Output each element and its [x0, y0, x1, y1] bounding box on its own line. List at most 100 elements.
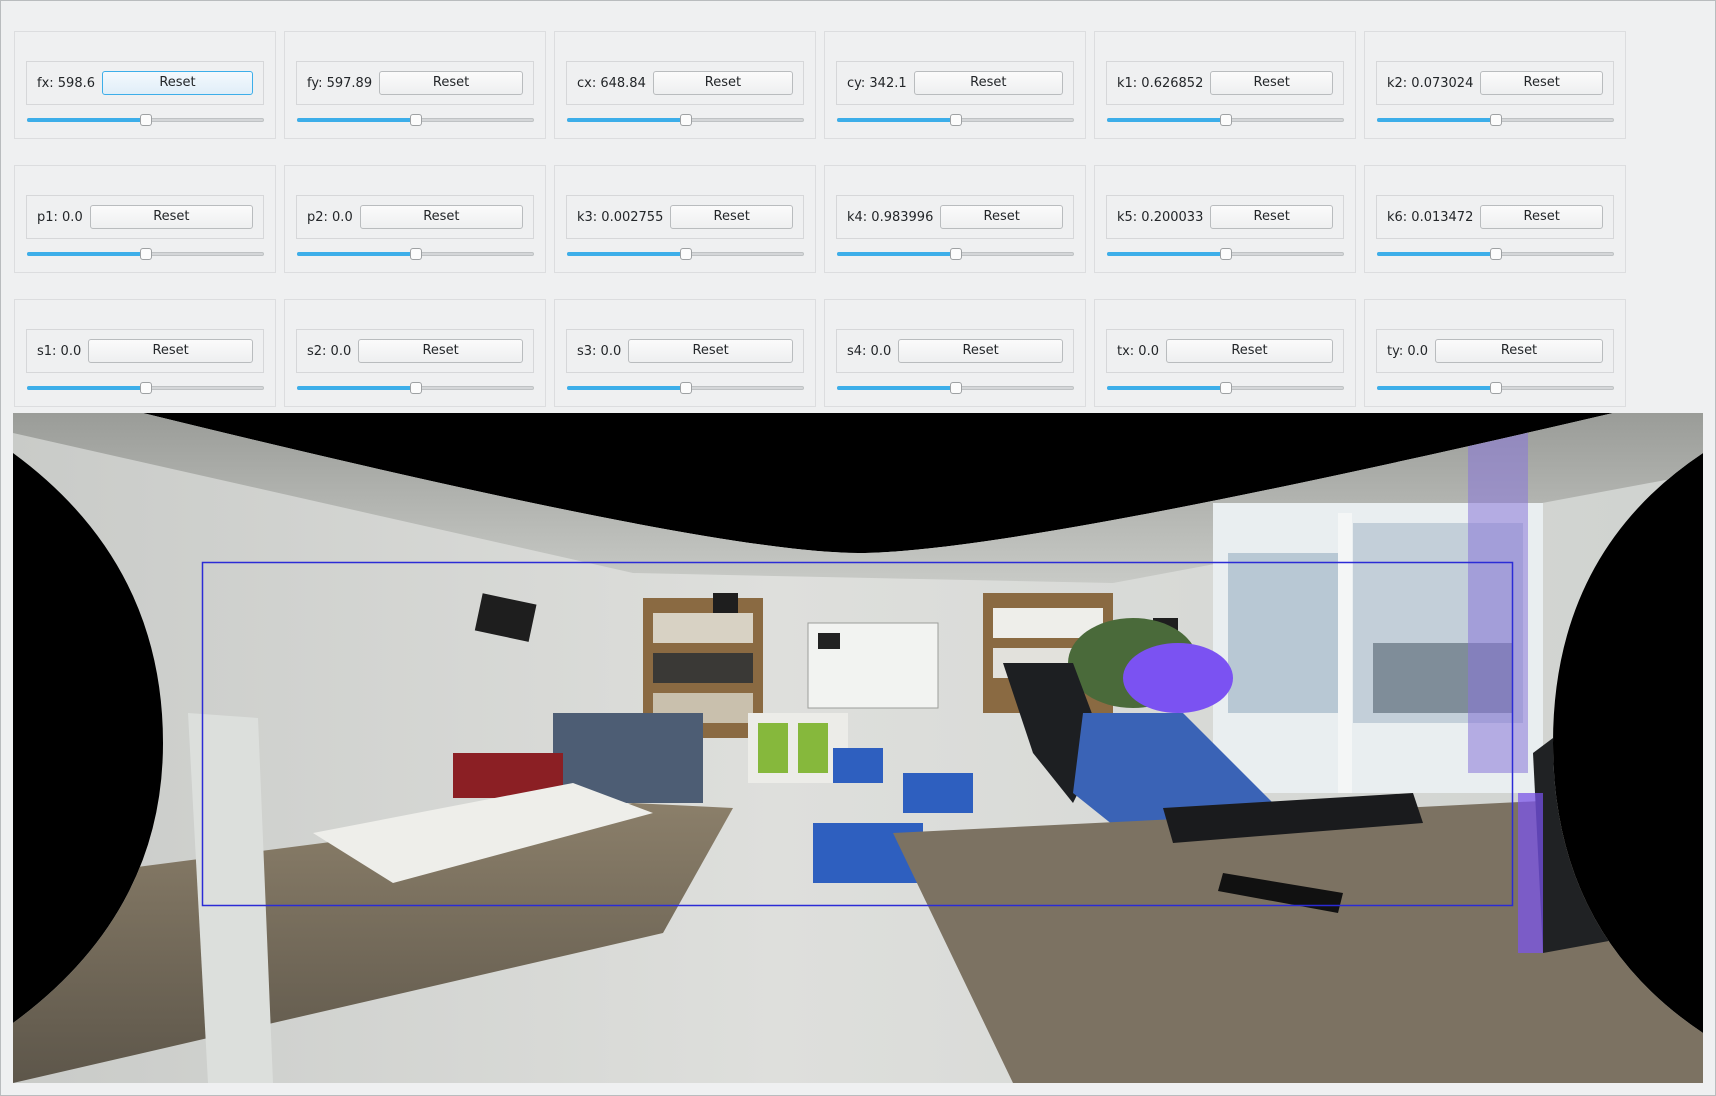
slider-handle[interactable] [679, 114, 692, 126]
parameter-row: s2: 0.0 Reset [296, 329, 534, 373]
parameter-label: k5: 0.200033 [1117, 209, 1204, 225]
parameter-group: k2: 0.073024 Reset [1364, 31, 1626, 139]
reset-button[interactable]: Reset [1480, 71, 1603, 95]
parameter-row: fy: 597.89 Reset [296, 61, 534, 105]
parameter-row: s4: 0.0 Reset [836, 329, 1074, 373]
reset-button[interactable]: Reset [102, 71, 253, 95]
parameter-label: s3: 0.0 [577, 343, 622, 359]
slider-fill [837, 118, 956, 122]
parameter-row: k6: 0.013472 Reset [1376, 195, 1614, 239]
slider-handle[interactable] [949, 114, 962, 126]
parameter-group: s1: 0.0 Reset [14, 299, 276, 407]
parameter-slider[interactable] [567, 114, 804, 126]
parameter-group: k1: 0.626852 Reset [1094, 31, 1356, 139]
slider-fill [837, 252, 956, 256]
parameter-row: cx: 648.84 Reset [566, 61, 804, 105]
parameter-slider[interactable] [27, 114, 264, 126]
parameter-group: p2: 0.0 Reset [284, 165, 546, 273]
parameter-row: tx: 0.0 Reset [1106, 329, 1344, 373]
slider-handle[interactable] [409, 248, 422, 260]
reset-button[interactable]: Reset [940, 205, 1063, 229]
parameter-label: fy: 597.89 [307, 75, 373, 91]
parameter-slider[interactable] [837, 248, 1074, 260]
reset-button[interactable]: Reset [89, 205, 253, 229]
parameter-row: k3: 0.002755 Reset [566, 195, 804, 239]
parameter-slider[interactable] [1107, 382, 1344, 394]
reset-button[interactable]: Reset [379, 71, 523, 95]
parameter-slider[interactable] [567, 248, 804, 260]
parameter-slider[interactable] [837, 114, 1074, 126]
slider-handle[interactable] [139, 114, 152, 126]
reset-button[interactable]: Reset [898, 339, 1063, 363]
parameter-slider[interactable] [1107, 248, 1344, 260]
reset-button[interactable]: Reset [1210, 71, 1333, 95]
parameter-group: cx: 648.84 Reset [554, 31, 816, 139]
parameter-group: k6: 0.013472 Reset [1364, 165, 1626, 273]
slider-handle[interactable] [679, 382, 692, 394]
scene-content [13, 413, 1703, 1083]
slider-handle[interactable] [1219, 382, 1232, 394]
parameter-label: s4: 0.0 [847, 343, 892, 359]
slider-handle[interactable] [1489, 382, 1502, 394]
parameter-slider[interactable] [837, 382, 1074, 394]
parameter-label: k2: 0.073024 [1387, 75, 1474, 91]
slider-fill [27, 386, 146, 390]
parameter-row: k1: 0.626852 Reset [1106, 61, 1344, 105]
slider-fill [567, 386, 686, 390]
parameter-slider[interactable] [1107, 114, 1344, 126]
slider-fill [1377, 386, 1496, 390]
slider-handle[interactable] [1489, 248, 1502, 260]
parameter-row: fx: 598.6 Reset [26, 61, 264, 105]
reset-button[interactable]: Reset [88, 339, 253, 363]
slider-handle[interactable] [139, 382, 152, 394]
slider-handle[interactable] [409, 114, 422, 126]
slider-fill [1377, 118, 1496, 122]
slider-fill [567, 118, 686, 122]
slider-handle[interactable] [949, 248, 962, 260]
parameter-slider[interactable] [297, 248, 534, 260]
slider-handle[interactable] [1489, 114, 1502, 126]
parameter-row: cy: 342.1 Reset [836, 61, 1074, 105]
parameter-group: ty: 0.0 Reset [1364, 299, 1626, 407]
parameter-label: fx: 598.6 [37, 75, 95, 91]
slider-handle[interactable] [949, 382, 962, 394]
parameter-slider[interactable] [27, 248, 264, 260]
reset-button[interactable]: Reset [358, 339, 523, 363]
parameter-group: p1: 0.0 Reset [14, 165, 276, 273]
reset-button[interactable]: Reset [913, 71, 1063, 95]
parameter-slider[interactable] [27, 382, 264, 394]
parameter-group: cy: 342.1 Reset [824, 31, 1086, 139]
parameter-label: cy: 342.1 [847, 75, 907, 91]
parameter-group: k4: 0.983996 Reset [824, 165, 1086, 273]
parameter-slider[interactable] [1377, 382, 1614, 394]
slider-fill [1107, 118, 1226, 122]
slider-handle[interactable] [679, 248, 692, 260]
slider-handle[interactable] [409, 382, 422, 394]
parameter-slider[interactable] [567, 382, 804, 394]
reset-button[interactable]: Reset [1210, 205, 1333, 229]
reset-button[interactable]: Reset [1165, 339, 1333, 363]
slider-handle[interactable] [139, 248, 152, 260]
parameter-label: p1: 0.0 [37, 209, 83, 225]
parameter-group: s2: 0.0 Reset [284, 299, 546, 407]
parameter-group: k5: 0.200033 Reset [1094, 165, 1356, 273]
reset-button[interactable]: Reset [1480, 205, 1603, 229]
parameter-slider[interactable] [1377, 248, 1614, 260]
parameter-group: fy: 597.89 Reset [284, 31, 546, 139]
undistorted-camera-image [13, 413, 1703, 1083]
parameter-group: k3: 0.002755 Reset [554, 165, 816, 273]
parameter-slider[interactable] [297, 114, 534, 126]
slider-handle[interactable] [1219, 248, 1232, 260]
reset-button[interactable]: Reset [670, 205, 793, 229]
reset-button[interactable]: Reset [1435, 339, 1603, 363]
slider-handle[interactable] [1219, 114, 1232, 126]
parameter-label: p2: 0.0 [307, 209, 353, 225]
slider-fill [1377, 252, 1496, 256]
parameter-slider[interactable] [1377, 114, 1614, 126]
parameter-label: cx: 648.84 [577, 75, 646, 91]
parameter-slider[interactable] [297, 382, 534, 394]
slider-fill [297, 118, 416, 122]
reset-button[interactable]: Reset [359, 205, 523, 229]
reset-button[interactable]: Reset [628, 339, 793, 363]
reset-button[interactable]: Reset [652, 71, 793, 95]
